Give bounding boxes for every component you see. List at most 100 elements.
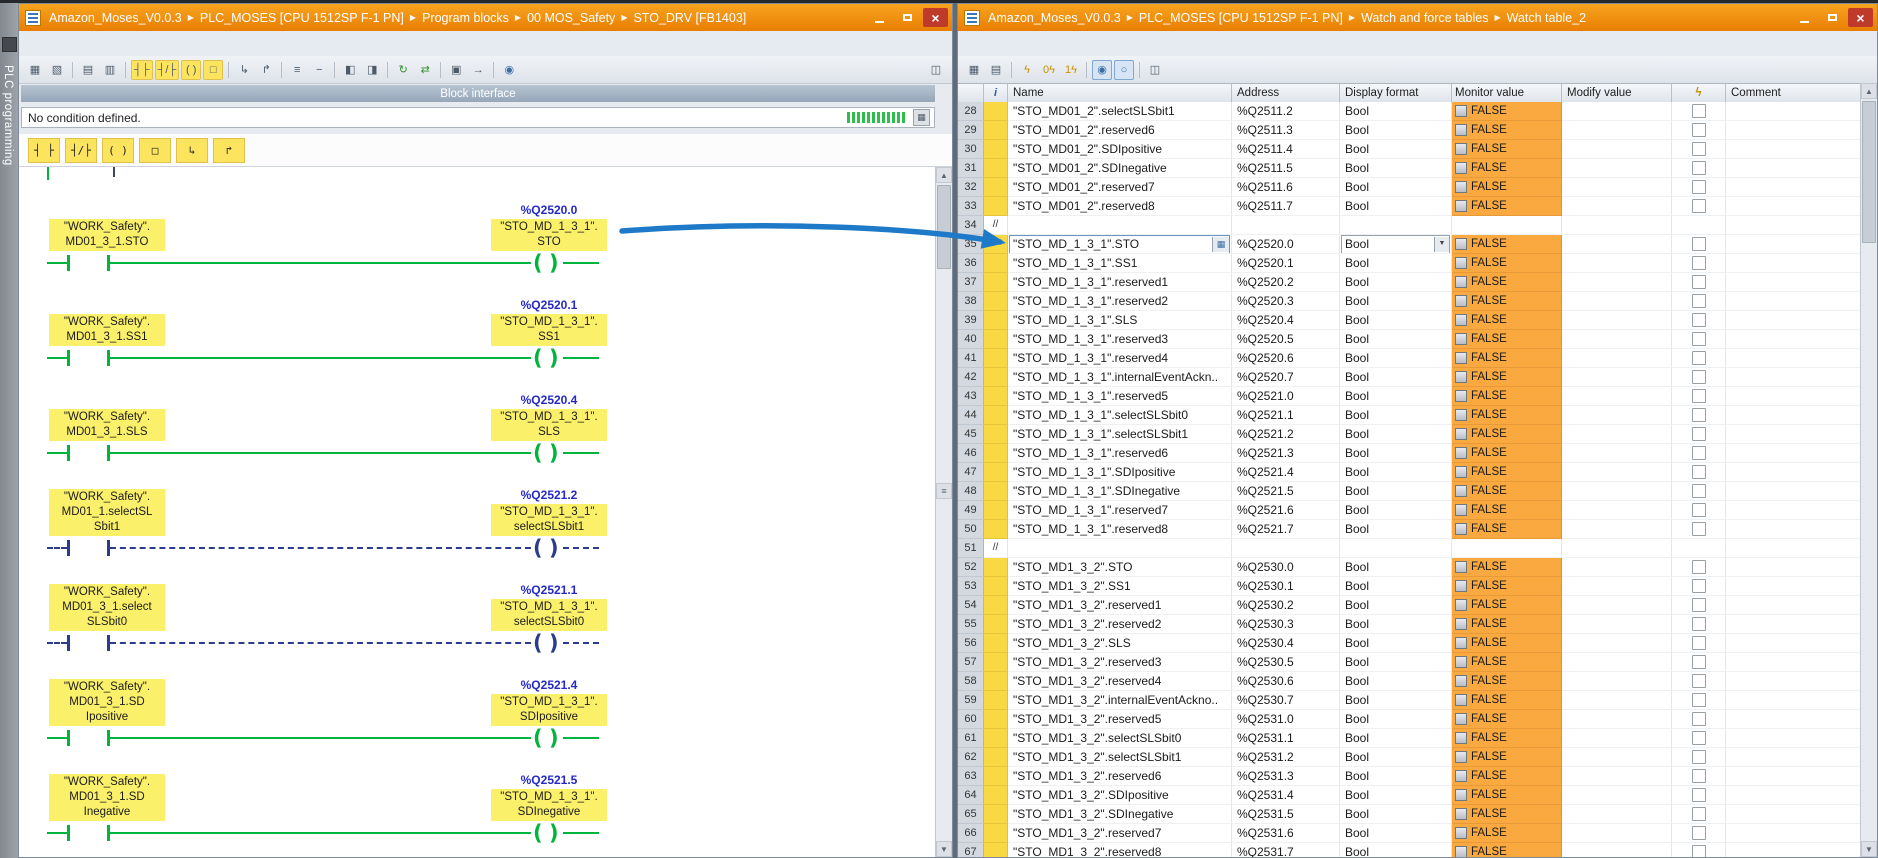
operand-name[interactable]: "STO_MD1_3_2".SDInegative <box>1008 805 1232 824</box>
modify-checkbox[interactable] <box>1692 427 1706 441</box>
watch-row-49[interactable]: 49"STO_MD_1_3_1".reserved7%Q2521.6BoolFA… <box>958 501 1862 520</box>
modify-value[interactable] <box>1562 406 1672 425</box>
operand-address[interactable]: %Q2530.3 <box>1232 615 1340 634</box>
comment-cell[interactable] <box>1726 216 1862 235</box>
operand-name[interactable]: "STO_MD1_3_2".reserved5 <box>1008 710 1232 729</box>
comment-cell[interactable] <box>1726 805 1862 824</box>
trigger-cell[interactable] <box>1672 482 1726 501</box>
operand-address[interactable]: %Q2520.5 <box>1232 330 1340 349</box>
modify-value[interactable] <box>1562 273 1672 292</box>
operand-name[interactable]: "STO_MD01_2".reserved8 <box>1008 197 1232 216</box>
watch-row-66[interactable]: 66"STO_MD1_3_2".reserved7%Q2531.6BoolFAL… <box>958 824 1862 843</box>
header-force-column[interactable]: ϟ <box>1672 84 1726 103</box>
trigger-cell[interactable] <box>1672 653 1726 672</box>
operand-name[interactable]: "STO_MD1_3_2".SLS <box>1008 634 1232 653</box>
operand-address[interactable]: %Q2521.4 <box>1232 463 1340 482</box>
display-format[interactable]: Bool <box>1340 710 1452 729</box>
modify-checkbox[interactable] <box>1692 769 1706 783</box>
block-interface-bar[interactable]: Block interface <box>21 85 935 102</box>
close-button[interactable]: × <box>1848 8 1873 27</box>
comment-cell[interactable] <box>1726 273 1862 292</box>
modify-value[interactable] <box>1562 254 1672 273</box>
header-address[interactable]: Address <box>1232 84 1340 103</box>
comment-cell[interactable] <box>1726 824 1862 843</box>
modify-value[interactable] <box>1562 767 1672 786</box>
row-number[interactable]: 42 <box>958 368 984 387</box>
operand-name[interactable]: "STO_MD1_3_2".reserved4 <box>1008 672 1232 691</box>
modify-checkbox[interactable] <box>1692 788 1706 802</box>
trigger-cell[interactable] <box>1672 615 1726 634</box>
operand-name[interactable]: "STO_MD1_3_2".reserved2 <box>1008 615 1232 634</box>
modify-checkbox[interactable] <box>1692 161 1706 175</box>
display-format[interactable]: Bool <box>1340 824 1452 843</box>
modify-checkbox[interactable] <box>1692 351 1706 365</box>
header-info[interactable]: i <box>984 84 1008 103</box>
comment-cell[interactable] <box>1726 596 1862 615</box>
watch-row-44[interactable]: 44"STO_MD_1_3_1".selectSLSbit0%Q2521.1Bo… <box>958 406 1862 425</box>
row-number[interactable]: 41 <box>958 349 984 368</box>
operand-address[interactable]: %Q2511.2 <box>1232 102 1340 121</box>
operand-address[interactable]: %Q2511.4 <box>1232 140 1340 159</box>
operand-name[interactable]: "STO_MD_1_3_1".reserved1 <box>1008 273 1232 292</box>
header-comment[interactable]: Comment <box>1726 84 1862 103</box>
modify-checkbox[interactable] <box>1692 123 1706 137</box>
display-format[interactable]: Bool <box>1340 273 1452 292</box>
breadcrumb-item[interactable]: PLC_MOSES [CPU 1512SP F-1 PN] <box>1139 11 1343 25</box>
row-number[interactable]: 33 <box>958 197 984 216</box>
scroll-up-button[interactable]: ▲ <box>1861 83 1877 99</box>
monitor-value[interactable]: FALSE <box>1452 159 1562 178</box>
monitor-value[interactable]: FALSE <box>1452 311 1562 330</box>
expand-networks-icon[interactable]: ≡ <box>287 60 307 80</box>
monitor-once-icon[interactable]: ○ <box>1114 60 1134 80</box>
monitor-value[interactable]: FALSE <box>1452 615 1562 634</box>
operand-address[interactable]: %Q2531.5 <box>1232 805 1340 824</box>
operand-name[interactable]: "STO_MD_1_3_1".SLS <box>1008 311 1232 330</box>
modify-value[interactable] <box>1562 577 1672 596</box>
trigger-cell[interactable] <box>1672 311 1726 330</box>
operand-address[interactable]: %Q2530.7 <box>1232 691 1340 710</box>
trigger-cell[interactable] <box>1672 843 1726 857</box>
modify-value[interactable] <box>1562 463 1672 482</box>
operand-address[interactable]: %Q2531.3 <box>1232 767 1340 786</box>
monitor-value[interactable]: FALSE <box>1452 387 1562 406</box>
watch-row-60[interactable]: 60"STO_MD1_3_2".reserved5%Q2531.0BoolFAL… <box>958 710 1862 729</box>
trigger-cell[interactable] <box>1672 140 1726 159</box>
row-number[interactable]: 47 <box>958 463 984 482</box>
operand-name[interactable]: "STO_MD_1_3_1".internalEventAckn.. <box>1008 368 1232 387</box>
lad-editor-titlebar[interactable]: Amazon_Moses_V0.0.3▶PLC_MOSES [CPU 1512S… <box>19 4 952 31</box>
monitor-value[interactable]: FALSE <box>1452 786 1562 805</box>
display-format[interactable]: Bool <box>1340 577 1452 596</box>
breadcrumb-item[interactable]: Program blocks <box>422 11 509 25</box>
operand-name[interactable]: "STO_MD_1_3_1".reserved7 <box>1008 501 1232 520</box>
splitter-handle[interactable]: ≡ <box>936 483 952 499</box>
operand-name[interactable] <box>1008 216 1232 235</box>
scroll-down-button[interactable]: ▼ <box>936 841 952 857</box>
operand-name[interactable]: "STO_MD_1_3_1".reserved6 <box>1008 444 1232 463</box>
comment-cell[interactable] <box>1726 482 1862 501</box>
watch-row-57[interactable]: 57"STO_MD1_3_2".reserved3%Q2530.5BoolFAL… <box>958 653 1862 672</box>
comment-cell[interactable] <box>1726 159 1862 178</box>
trigger-cell[interactable] <box>1672 235 1726 254</box>
watch-row-51[interactable]: 51// <box>958 539 1862 558</box>
operand-name[interactable]: "STO_MD1_3_2".STO <box>1008 558 1232 577</box>
comment-cell[interactable] <box>1726 748 1862 767</box>
display-format[interactable]: Bool <box>1340 805 1452 824</box>
trigger-cell[interactable] <box>1672 729 1726 748</box>
comment-cell[interactable] <box>1726 102 1862 121</box>
row-number[interactable]: 54 <box>958 596 984 615</box>
operand-address[interactable]: %Q2520.0 <box>1232 235 1340 254</box>
modify-value[interactable] <box>1562 235 1672 254</box>
watch-row-28[interactable]: 28"STO_MD01_2".selectSLSbit1%Q2511.2Bool… <box>958 102 1862 121</box>
monitor-value[interactable]: FALSE <box>1452 235 1562 254</box>
breadcrumb-item[interactable]: Amazon_Moses_V0.0.3 <box>988 11 1121 25</box>
comment-cell[interactable] <box>1726 387 1862 406</box>
comment-cell[interactable] <box>1726 463 1862 482</box>
modify-value[interactable] <box>1562 634 1672 653</box>
row-number[interactable]: 50 <box>958 520 984 539</box>
display-format[interactable]: Bool <box>1340 843 1452 857</box>
modify-value[interactable] <box>1562 653 1672 672</box>
watch-row-63[interactable]: 63"STO_MD1_3_2".reserved6%Q2531.3BoolFAL… <box>958 767 1862 786</box>
operand-address[interactable]: %Q2520.2 <box>1232 273 1340 292</box>
operand-address[interactable]: %Q2520.6 <box>1232 349 1340 368</box>
comment-cell[interactable] <box>1726 843 1862 857</box>
